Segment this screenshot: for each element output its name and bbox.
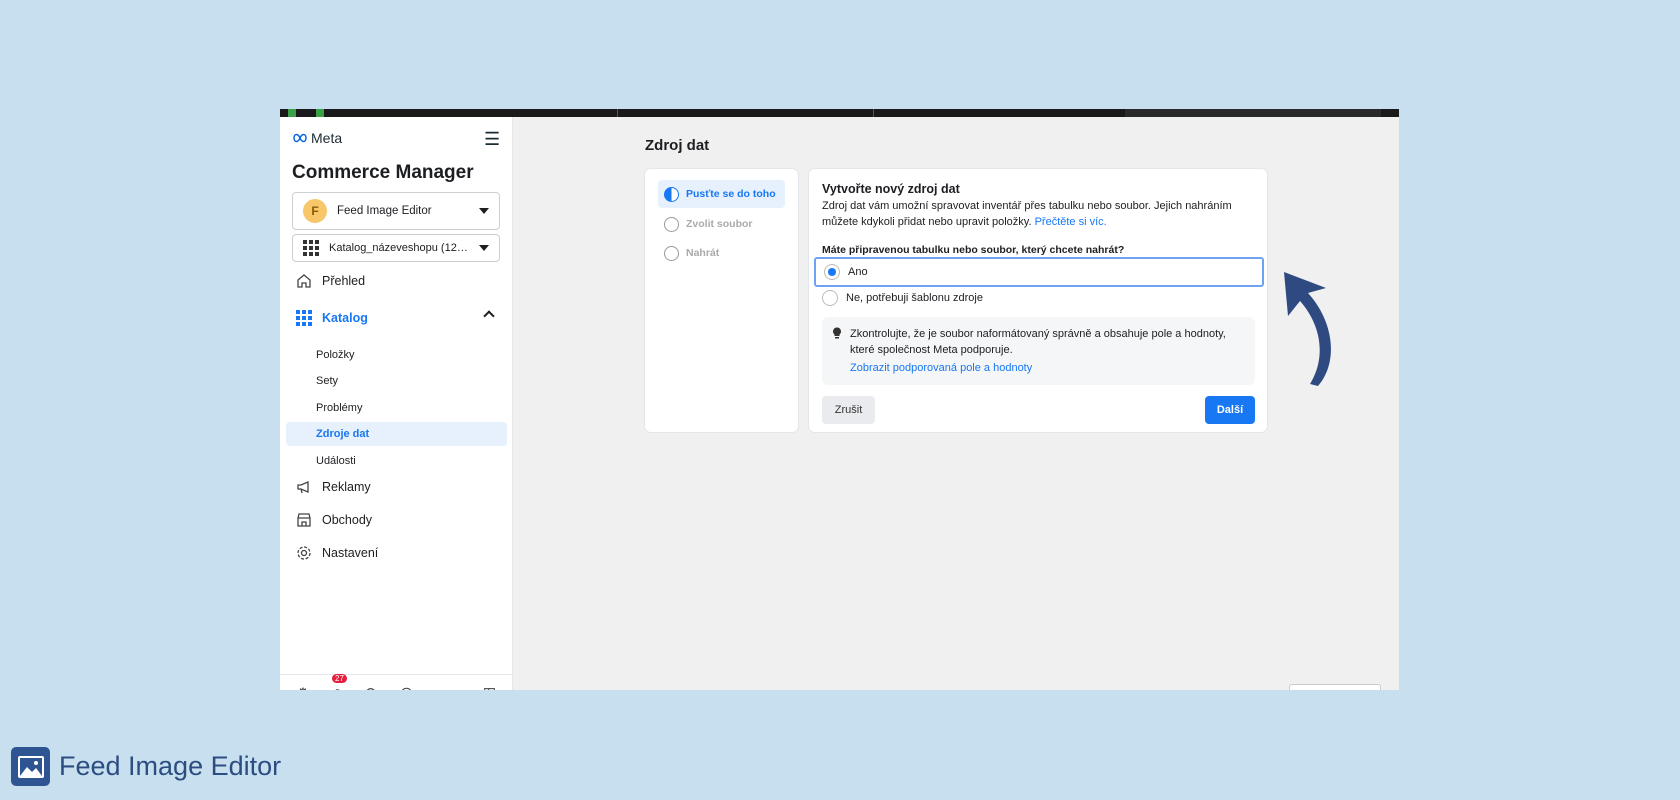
card-title: Vytvořte nový zdroj dat bbox=[822, 182, 960, 196]
step-label: Zvolit soubor bbox=[686, 218, 753, 230]
step-label: Pusťte se do toho bbox=[686, 188, 776, 200]
annotation-arrow-icon bbox=[1284, 272, 1331, 386]
chevron-up-icon[interactable] bbox=[483, 310, 495, 322]
sidebar-item-data-sources[interactable]: Zdroje dat bbox=[286, 422, 507, 446]
nav-shops[interactable]: Obchody bbox=[286, 506, 507, 534]
home-icon bbox=[294, 271, 314, 291]
nav-overview-label: Přehled bbox=[322, 274, 366, 288]
step-empty-circle-icon bbox=[664, 245, 679, 261]
hamburger-menu-icon[interactable]: ☰ bbox=[484, 129, 500, 150]
sidebar-item-sets[interactable]: Sety bbox=[286, 369, 507, 393]
nav-ads[interactable]: Reklamy bbox=[286, 473, 507, 501]
info-box: Zkontrolujte, že je soubor naformátovaný… bbox=[822, 317, 1255, 385]
gear-icon bbox=[294, 543, 314, 563]
step-get-started[interactable]: Pusťte se do toho bbox=[658, 180, 785, 208]
nav-settings-label: Nastavení bbox=[322, 546, 379, 560]
meta-infinity-icon bbox=[293, 133, 307, 143]
radio-option-label: Ne, potřebuji šablonu zdroje bbox=[846, 292, 983, 304]
footer-brand-name: Feed Image Editor bbox=[59, 751, 282, 781]
sidebar-item-items[interactable]: Položky bbox=[286, 343, 507, 367]
business-name: Feed Image Editor bbox=[337, 205, 432, 217]
nav-catalog-label: Katalog bbox=[322, 311, 368, 325]
radio-option-no[interactable]: Ne, potřebuji šablonu zdroje bbox=[814, 283, 1264, 313]
gear-icon[interactable]: ⚙ bbox=[295, 685, 311, 690]
radio-checked-icon[interactable] bbox=[824, 264, 840, 280]
card-description-text: Zdroj dat vám umožní spravovat inventář … bbox=[822, 200, 1232, 228]
browser-tab-strip bbox=[280, 109, 1399, 117]
caret-down-icon bbox=[479, 208, 489, 214]
card-description: Zdroj dat vám umožní spravovat inventář … bbox=[822, 198, 1242, 230]
nav-ads-label: Reklamy bbox=[322, 480, 371, 494]
sidebar: Meta ☰ Commerce Manager F Feed Image Edi… bbox=[280, 117, 513, 690]
browser-window: Meta ☰ Commerce Manager F Feed Image Edi… bbox=[280, 109, 1399, 690]
sidebar-item-issues[interactable]: Problémy bbox=[286, 396, 507, 420]
step-progress-icon bbox=[664, 186, 679, 202]
steps-panel: Pusťte se do toho Zvolit soubor Nahrát bbox=[645, 169, 798, 432]
read-more-link[interactable]: Přečtěte si víc. bbox=[1035, 216, 1107, 228]
notification-badge: 27 bbox=[332, 674, 347, 683]
step-upload: Nahrát bbox=[658, 239, 785, 267]
caret-down-icon bbox=[479, 245, 489, 251]
step-choose-file: Zvolit soubor bbox=[658, 210, 785, 238]
catalog-grid-icon bbox=[294, 308, 314, 328]
search-icon[interactable] bbox=[363, 685, 379, 690]
cancel-button[interactable]: Zrušit bbox=[822, 396, 875, 424]
question-label: Máte připravenou tabulku nebo soubor, kt… bbox=[822, 244, 1125, 256]
partial-button[interactable] bbox=[1289, 684, 1381, 690]
help-icon[interactable]: ? bbox=[398, 685, 414, 690]
business-avatar: F bbox=[303, 199, 327, 223]
nav-catalog[interactable]: Katalog bbox=[286, 304, 507, 332]
page-title: Zdroj dat bbox=[645, 137, 710, 154]
nav-overview[interactable]: Přehled bbox=[286, 267, 507, 295]
image-editor-icon bbox=[11, 747, 50, 786]
catalog-name: Katalog_názeveshopu (1226... bbox=[329, 242, 473, 254]
lightbulb-icon bbox=[832, 327, 842, 344]
create-data-source-card: Vytvořte nový zdroj dat Zdroj dat vám um… bbox=[809, 169, 1267, 432]
panel-toggle-icon[interactable] bbox=[481, 685, 497, 690]
step-label: Nahrát bbox=[686, 247, 720, 259]
meta-logo[interactable]: Meta bbox=[292, 130, 342, 146]
svg-text:?: ? bbox=[404, 689, 408, 690]
business-selector[interactable]: F Feed Image Editor bbox=[292, 192, 500, 230]
step-empty-circle-icon bbox=[664, 216, 679, 232]
catalog-selector[interactable]: Katalog_názeveshopu (1226... bbox=[292, 234, 500, 262]
app-title: Commerce Manager bbox=[292, 162, 474, 183]
sidebar-bottom-bar: ⚙ ? bbox=[280, 674, 513, 690]
radio-option-label: Ano bbox=[848, 266, 868, 278]
megaphone-icon bbox=[294, 477, 314, 497]
sidebar-item-events[interactable]: Události bbox=[286, 449, 507, 473]
shop-icon bbox=[294, 510, 314, 530]
nav-settings[interactable]: Nastavení bbox=[286, 539, 507, 567]
footer-brand: Feed Image Editor bbox=[11, 747, 281, 786]
supported-fields-link[interactable]: Zobrazit podporovaná pole a hodnoty bbox=[850, 360, 1032, 376]
nav-shops-label: Obchody bbox=[322, 513, 373, 527]
radio-unchecked-icon[interactable] bbox=[822, 290, 838, 306]
catalog-grid-icon bbox=[303, 240, 319, 256]
info-text: Zkontrolujte, že je soubor naformátovaný… bbox=[850, 328, 1226, 356]
next-button[interactable]: Další bbox=[1205, 396, 1255, 424]
bell-icon[interactable] bbox=[329, 685, 345, 690]
meta-logo-text: Meta bbox=[311, 130, 343, 146]
